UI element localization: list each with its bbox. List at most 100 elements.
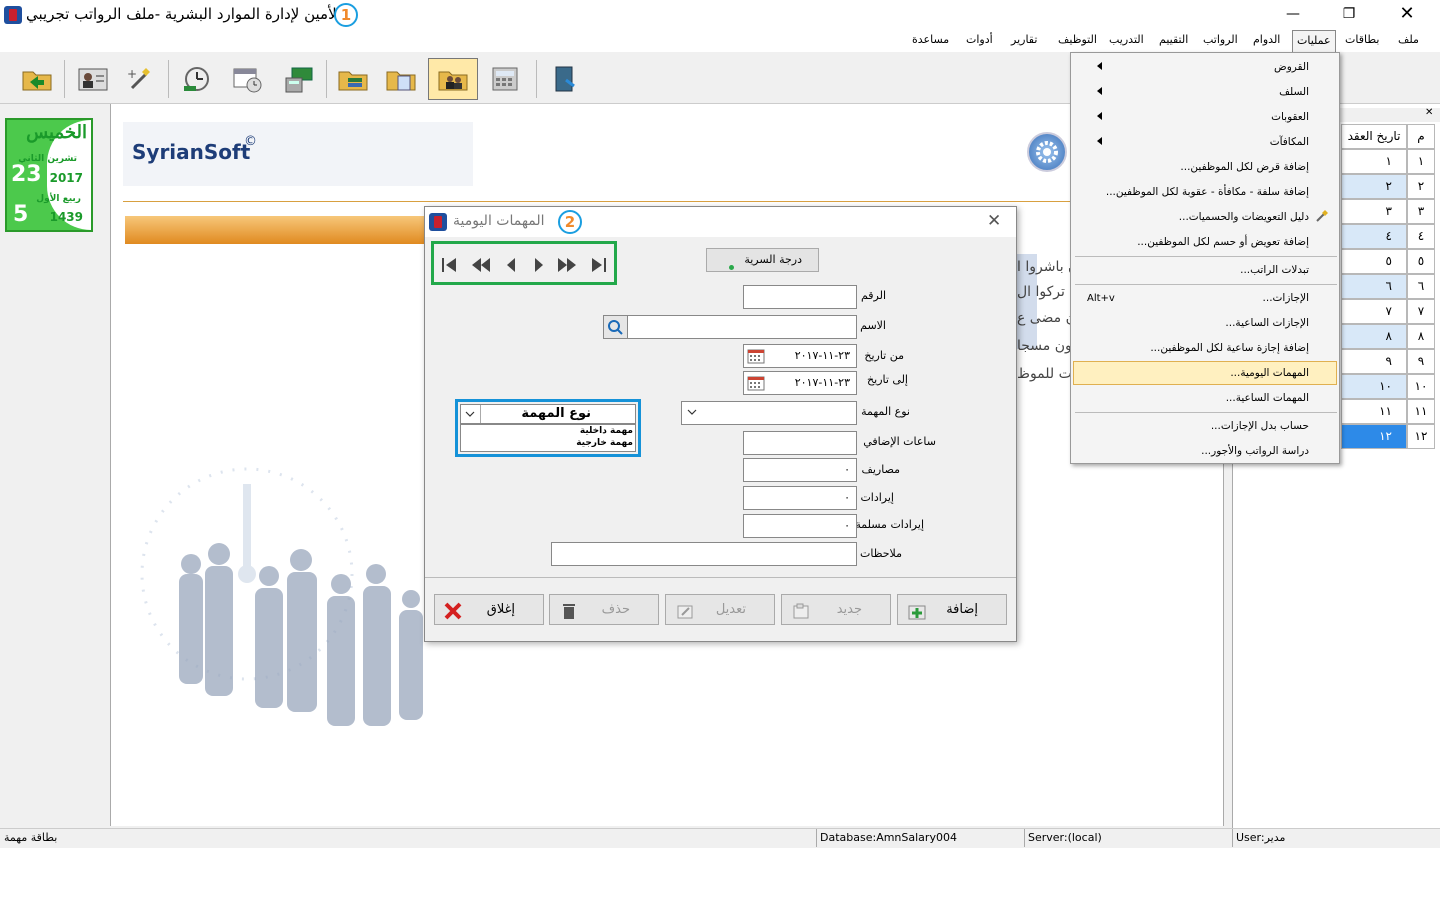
menu-item-loans[interactable]: القروض (1274, 61, 1309, 73)
to-date-input[interactable]: ٢٣-١١-٢٠١٧ (743, 371, 857, 395)
grid-header-contract-date[interactable]: تاريخ العقد (1341, 124, 1407, 149)
grid-cell-index[interactable]: ١٢ (1407, 424, 1435, 449)
menu-cards[interactable]: بطاقات (1345, 33, 1379, 46)
books-folder-icon[interactable] (330, 58, 376, 100)
grid-cell-contract-date[interactable]: ١٢ (1341, 424, 1407, 449)
task-type-select[interactable] (681, 401, 857, 425)
minimize-button[interactable]: — (1270, 0, 1316, 30)
menu-item-add-loan-all[interactable]: إضافة قرض لكل الموظفين... (1180, 161, 1309, 173)
employee-card-icon[interactable] (70, 58, 116, 100)
document-folder-icon[interactable] (378, 58, 424, 100)
secrecy-level-button[interactable]: درجة السرية (706, 248, 819, 272)
grid-cell-index[interactable]: ٩ (1407, 349, 1435, 374)
number-input[interactable] (743, 285, 857, 309)
task-type-dropdown-header[interactable]: نوع المهمة (460, 404, 636, 424)
grid-cell-index[interactable]: ٥ (1407, 249, 1435, 274)
option-internal-task[interactable]: مهمة داخلية (580, 426, 633, 436)
add-wand-icon[interactable]: + (118, 58, 164, 100)
grid-cell-index[interactable]: ٦ (1407, 274, 1435, 299)
add-button[interactable]: إضافة (897, 594, 1007, 625)
grid-cell-contract-date[interactable]: ٤ (1341, 224, 1407, 249)
edit-button[interactable]: تعديل (665, 594, 775, 625)
name-input[interactable] (603, 315, 857, 339)
menu-hiring[interactable]: التوظيف (1058, 33, 1097, 46)
menu-item-hourly-tasks[interactable]: المهمات الساعية... (1226, 392, 1309, 404)
grid-cell-index[interactable]: ٣ (1407, 199, 1435, 224)
grid-cell-index[interactable]: ٧ (1407, 299, 1435, 324)
menu-item-leave-allowance[interactable]: حساب بدل الإجازات... (1211, 420, 1309, 432)
calendar-picker-icon[interactable] (747, 375, 765, 394)
grid-cell-index[interactable]: ١١ (1407, 399, 1435, 424)
grid-cell-contract-date[interactable]: ٥ (1341, 249, 1407, 274)
grid-cell-index[interactable]: ٤ (1407, 224, 1435, 249)
name-label: الاسم (860, 319, 886, 332)
menu-item-compensation-guide[interactable]: دليل التعويضات والحسميات... (1179, 211, 1309, 223)
restore-button[interactable]: ❐ (1326, 0, 1372, 30)
close-panel-icon[interactable]: ✕ (1425, 107, 1433, 118)
grid-cell-contract-date[interactable]: ١٠ (1341, 374, 1407, 399)
employees-folder-icon[interactable] (428, 58, 478, 100)
menu-item-daily-tasks[interactable]: المهمات اليومية... (1230, 367, 1309, 379)
grid-cell-index[interactable]: ٨ (1407, 324, 1435, 349)
new-button[interactable]: جديد (781, 594, 891, 625)
grid-cell-index[interactable]: ١٠ (1407, 374, 1435, 399)
previous-record-icon[interactable] (504, 256, 518, 278)
next-page-icon[interactable] (556, 256, 578, 278)
menu-tools[interactable]: أدوات (966, 33, 993, 46)
clock-icon[interactable] (174, 58, 220, 100)
menu-item-bonuses[interactable]: المكافآت (1270, 136, 1309, 148)
menu-salaries[interactable]: الرواتب (1203, 33, 1238, 46)
from-date-label: من تاريخ (864, 349, 904, 362)
calculator-icon[interactable] (482, 58, 528, 100)
close-window-button[interactable]: ✕ (1384, 0, 1430, 30)
grid-cell-contract-date[interactable]: ٨ (1341, 324, 1407, 349)
menu-item-leaves[interactable]: الإجازات... (1263, 292, 1309, 304)
menu-operations[interactable]: عمليات (1292, 30, 1336, 52)
delivered-revenues-input[interactable]: ٠ (743, 514, 857, 538)
menu-item-add-advance-all[interactable]: إضافة سلفة - مكافأة - عقوبة لكل الموظفين… (1106, 186, 1309, 198)
grid-cell-contract-date[interactable]: ٢ (1341, 174, 1407, 199)
grid-cell-index[interactable]: ١ (1407, 149, 1435, 174)
revenues-input[interactable]: ٠ (743, 486, 857, 510)
menu-reports[interactable]: تقارير (1011, 33, 1037, 46)
overtime-input[interactable] (743, 431, 857, 455)
money-calculator-icon[interactable] (276, 58, 322, 100)
menu-item-salary-study[interactable]: دراسة الرواتب والأجور... (1201, 445, 1309, 457)
grid-cell-contract-date[interactable]: ٩ (1341, 349, 1407, 374)
grid-cell-contract-date[interactable]: ١ (1341, 149, 1407, 174)
grid-cell-contract-date[interactable]: ٦ (1341, 274, 1407, 299)
menu-item-add-hourly-leave-all[interactable]: إضافة إجازة ساعية لكل الموظفين... (1150, 342, 1309, 354)
menu-item-add-compensation-all[interactable]: إضافة تعويض أو حسم لكل الموظفين... (1137, 236, 1309, 248)
grid-cell-contract-date[interactable]: ١١ (1341, 399, 1407, 424)
expenses-input[interactable]: ٠ (743, 458, 857, 482)
first-record-icon[interactable] (440, 256, 458, 278)
exit-door-icon[interactable] (542, 58, 588, 100)
calendar-clock-icon[interactable] (224, 58, 270, 100)
option-external-task[interactable]: مهمة خارجية (576, 438, 633, 448)
menu-file[interactable]: ملف (1398, 33, 1419, 46)
menu-attendance[interactable]: الدوام (1253, 33, 1280, 46)
grid-cell-contract-date[interactable]: ٣ (1341, 199, 1407, 224)
menu-evaluation[interactable]: التقييم (1159, 33, 1188, 46)
dialog-close-icon[interactable]: ✕ (987, 211, 1001, 231)
previous-page-icon[interactable] (470, 256, 492, 278)
grid-cell-contract-date[interactable]: ٧ (1341, 299, 1407, 324)
notes-input[interactable] (551, 542, 857, 566)
from-date-input[interactable]: ٢٣-١١-٢٠١٧ (743, 344, 857, 368)
settings-gear-icon[interactable] (1027, 132, 1067, 172)
next-record-icon[interactable] (532, 256, 546, 278)
menu-item-hourly-leaves[interactable]: الإجازات الساعية... (1225, 317, 1309, 329)
grid-header-index[interactable]: م (1407, 124, 1435, 149)
open-folder-icon[interactable] (14, 58, 60, 100)
search-icon[interactable] (604, 316, 628, 338)
menu-training[interactable]: التدريب (1109, 33, 1144, 46)
menu-item-salary-changes[interactable]: تبدلات الراتب... (1240, 264, 1309, 276)
menu-help[interactable]: مساعدة (912, 33, 949, 46)
menu-item-advances[interactable]: السلف (1279, 86, 1309, 98)
close-button[interactable]: إغلاق (434, 594, 544, 625)
grid-cell-index[interactable]: ٢ (1407, 174, 1435, 199)
last-record-icon[interactable] (590, 256, 608, 278)
calendar-picker-icon[interactable] (747, 348, 765, 367)
menu-item-penalties[interactable]: العقوبات (1271, 111, 1309, 123)
delete-button[interactable]: حذف (549, 594, 659, 625)
